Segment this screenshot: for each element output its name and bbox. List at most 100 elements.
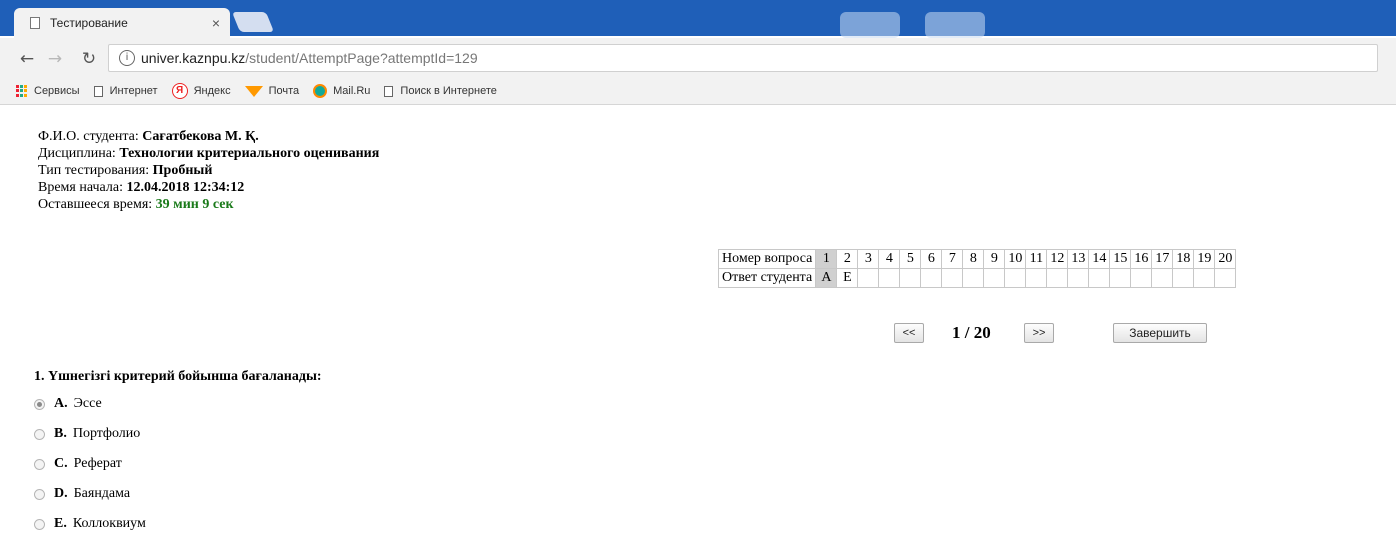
radio-button[interactable] xyxy=(34,398,45,410)
question-number-cell[interactable]: 16 xyxy=(1130,249,1153,269)
question-number-cell[interactable]: 14 xyxy=(1088,249,1111,269)
bookmark-services[interactable]: Сервисы xyxy=(16,85,80,97)
browser-tab[interactable]: Тестирование × xyxy=(14,8,230,38)
student-answer-cell xyxy=(1025,268,1048,288)
student-name: Сағатбекова М. Қ. xyxy=(142,129,259,144)
question-number-cell[interactable]: 10 xyxy=(1004,249,1027,269)
question-number-cell[interactable]: 1 xyxy=(815,249,838,269)
row-header: Номер вопроса xyxy=(717,249,817,269)
question-number-cell[interactable]: 5 xyxy=(899,249,922,269)
student-answer-cell xyxy=(1004,268,1027,288)
bookmark-label: Mail.Ru xyxy=(333,85,371,97)
pager: << 1 / 20 >> Завершить xyxy=(0,323,1396,347)
bookmark-mail[interactable]: Почта xyxy=(244,85,300,97)
question-number-cell[interactable]: 6 xyxy=(920,249,943,269)
question-number-cell[interactable]: 2 xyxy=(836,249,859,269)
bookmark-search[interactable]: Поиск в Интернете xyxy=(384,85,497,97)
question-number-cell[interactable]: 9 xyxy=(983,249,1006,269)
new-tab-button[interactable] xyxy=(231,12,275,32)
bookmark-label: Сервисы xyxy=(34,85,80,97)
field-label: Дисциплина: xyxy=(38,146,116,161)
option-text: Баяндама xyxy=(73,486,131,501)
answer-table: Номер вопроса 1 2 3 4 5 6 7 8 9 10 11 12 13 14 15 16 17 1… xyxy=(717,249,1237,288)
bookmarks-bar: Сервисы Интернет Я Яндекс Почта Mail.Ru … xyxy=(0,78,1396,105)
question-number-cell[interactable]: 3 xyxy=(857,249,880,269)
student-answer-cell: A xyxy=(815,268,838,288)
answer-option[interactable]: E. Коллоквиум xyxy=(34,515,146,533)
start-time: 12.04.2018 12:34:12 xyxy=(126,180,245,195)
question-number-cell[interactable]: 13 xyxy=(1067,249,1090,269)
radio-button[interactable] xyxy=(34,518,45,530)
finish-button[interactable]: Завершить xyxy=(1113,323,1207,343)
back-arrow-icon[interactable]: ← xyxy=(16,48,38,70)
bookmark-internet[interactable]: Интернет xyxy=(93,85,158,97)
navigation-bar: ← → ↻ i univer.kaznpu.kz/student/Attempt… xyxy=(0,38,1396,78)
question-number-cell[interactable]: 12 xyxy=(1046,249,1069,269)
student-answer-row: Ответ студента AE xyxy=(717,268,1237,288)
info-icon[interactable]: i xyxy=(119,50,135,66)
student-answer-cell: E xyxy=(836,268,859,288)
url-path: /student/AttemptPage?attemptId=129 xyxy=(245,50,478,66)
url-host: univer.kaznpu.kz xyxy=(141,50,246,66)
option-text: Эссе xyxy=(73,396,102,411)
answer-options: A. Эссе B. Портфолио C. Реферат D. Баяндама E. Ко… xyxy=(34,395,146,545)
answer-option[interactable]: D. Баяндама xyxy=(34,485,146,503)
background-decoration xyxy=(925,12,985,38)
yandex-logo-icon: Я xyxy=(171,83,188,99)
test-type: Пробный xyxy=(152,163,213,178)
mailru-logo-icon xyxy=(313,84,328,98)
bookmark-mailru[interactable]: Mail.Ru xyxy=(313,84,370,98)
remaining-time: 39 мин 9 сек xyxy=(155,197,234,212)
question-number-cell[interactable]: 18 xyxy=(1172,249,1195,269)
question-number-cell[interactable]: 11 xyxy=(1025,249,1048,269)
answer-option[interactable]: A. Эссе xyxy=(34,395,146,413)
test-type-line: Тип тестирования: Пробный xyxy=(38,162,379,179)
radio-button[interactable] xyxy=(34,428,45,440)
reload-icon[interactable]: ↻ xyxy=(78,48,100,70)
student-answer-cell xyxy=(983,268,1006,288)
question-number-cell[interactable]: 15 xyxy=(1109,249,1132,269)
bookmark-label: Почта xyxy=(268,85,300,97)
student-answer-cell xyxy=(1130,268,1153,288)
question-text: 1. Үшнегізгі критерий бойынша бағаланады… xyxy=(34,369,322,384)
row-header: Ответ студента xyxy=(717,268,817,288)
question-number-cell[interactable]: 8 xyxy=(962,249,985,269)
question-number-row: Номер вопроса 1 2 3 4 5 6 7 8 9 10 11 12 13 14 15 16 17 1… xyxy=(717,249,1237,269)
question-number-cell[interactable]: 19 xyxy=(1193,249,1216,269)
question-number-cell[interactable]: 17 xyxy=(1151,249,1174,269)
start-time-line: Время начала: 12.04.2018 12:34:12 xyxy=(38,179,379,196)
student-answer-cell xyxy=(1088,268,1111,288)
question-number-cell[interactable]: 7 xyxy=(941,249,964,269)
close-tab-icon[interactable]: × xyxy=(202,15,230,31)
bookmark-yandex[interactable]: Я Яндекс xyxy=(171,83,231,99)
apps-grid-icon xyxy=(16,85,28,97)
question-number-cell[interactable]: 4 xyxy=(878,249,901,269)
student-info: Ф.И.О. студента: Сағатбекова М. Қ. Дисци… xyxy=(38,128,379,213)
address-bar[interactable]: i univer.kaznpu.kz/student/AttemptPage?a… xyxy=(108,44,1378,72)
student-answer-cell xyxy=(878,268,901,288)
bookmark-label: Поиск в Интернете xyxy=(400,85,497,97)
radio-button[interactable] xyxy=(34,488,45,500)
student-answer-cell xyxy=(857,268,880,288)
student-name-line: Ф.И.О. студента: Сағатбекова М. Қ. xyxy=(38,128,379,145)
student-answer-cell xyxy=(1046,268,1069,288)
tab-title: Тестирование xyxy=(50,16,128,30)
previous-question-button[interactable]: << xyxy=(894,323,924,343)
student-answer-cell xyxy=(1172,268,1195,288)
answer-option[interactable]: C. Реферат xyxy=(34,455,146,473)
bookmark-label: Интернет xyxy=(109,85,158,97)
discipline-name: Технологии критериального оценивания xyxy=(119,146,380,161)
student-answer-cell xyxy=(1151,268,1174,288)
radio-button[interactable] xyxy=(34,458,45,470)
answer-option[interactable]: B. Портфолио xyxy=(34,425,146,443)
discipline-line: Дисциплина: Технологии критериального оц… xyxy=(38,145,379,162)
background-decoration xyxy=(840,12,900,38)
browser-tab-strip: Тестирование × xyxy=(0,0,1396,38)
student-answer-cell xyxy=(1109,268,1132,288)
field-label: Ф.И.О. студента: xyxy=(38,129,139,144)
question-number-cell[interactable]: 20 xyxy=(1214,249,1237,269)
bookmark-label: Яндекс xyxy=(193,85,231,97)
mail-logo-icon xyxy=(244,85,263,97)
next-question-button[interactable]: >> xyxy=(1024,323,1054,343)
forward-arrow-icon[interactable]: → xyxy=(44,48,66,70)
